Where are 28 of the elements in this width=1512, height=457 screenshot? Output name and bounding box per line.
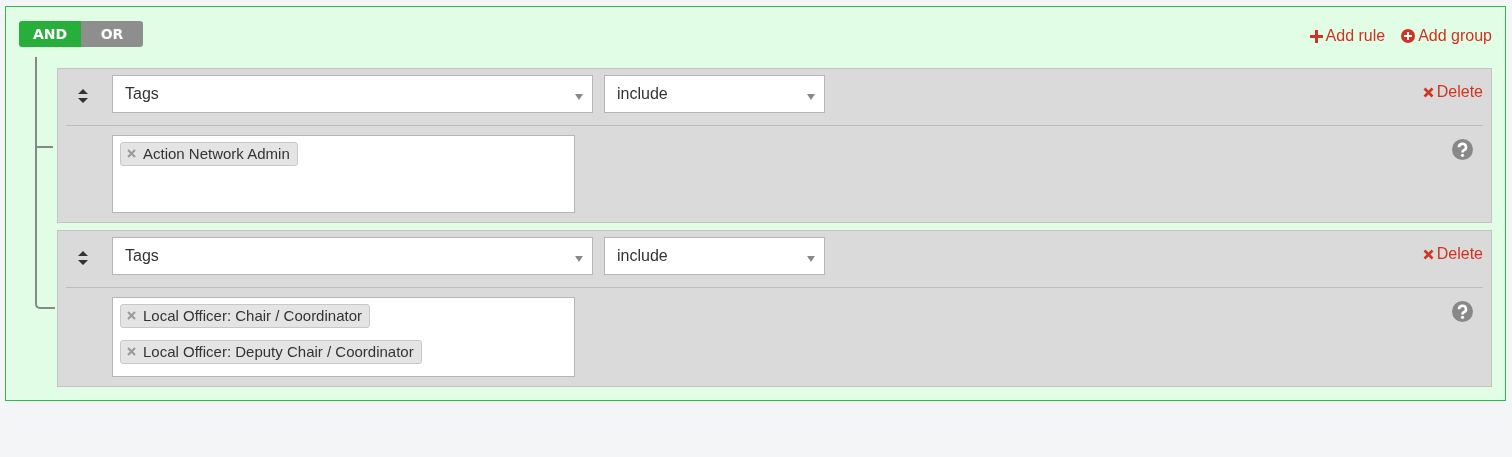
caret-icon [807, 256, 815, 262]
sort-handle-icon[interactable] [78, 89, 88, 103]
delete-link[interactable]: Delete [1422, 245, 1483, 263]
sort-handle-icon[interactable] [78, 251, 88, 265]
remove-icon[interactable] [127, 149, 136, 158]
help-icon[interactable] [1452, 139, 1473, 160]
add-rule-link[interactable]: Add rule [1309, 27, 1386, 45]
tag-chip[interactable]: Action Network Admin [120, 142, 298, 166]
tag-input-field[interactable]: Local Officer: Chair / Coordinator Local Officer: Deputy Chair / Coordinator [112, 297, 575, 377]
add-group-link[interactable]: Add group [1401, 27, 1492, 45]
caret-icon [575, 256, 583, 262]
caret-icon [807, 94, 815, 100]
plus-circle-icon [1401, 29, 1416, 43]
operator-select[interactable]: include [604, 75, 825, 113]
tag-chip[interactable]: Local Officer: Chair / Coordinator [120, 304, 370, 328]
tag-input-field[interactable]: Action Network Admin [112, 135, 575, 213]
delete-link[interactable]: Delete [1422, 83, 1483, 101]
tag-chip[interactable]: Local Officer: Deputy Chair / Coordinator [120, 340, 422, 364]
plus-icon [1309, 29, 1323, 43]
help-icon[interactable] [1452, 301, 1473, 322]
field-select[interactable]: Tags [112, 75, 593, 113]
remove-icon[interactable] [127, 311, 136, 320]
close-icon [1422, 86, 1434, 98]
caret-icon [575, 94, 583, 100]
close-icon [1422, 248, 1434, 260]
field-select[interactable]: Tags [112, 237, 593, 275]
operator-select[interactable]: include [604, 237, 825, 275]
remove-icon[interactable] [127, 347, 136, 356]
